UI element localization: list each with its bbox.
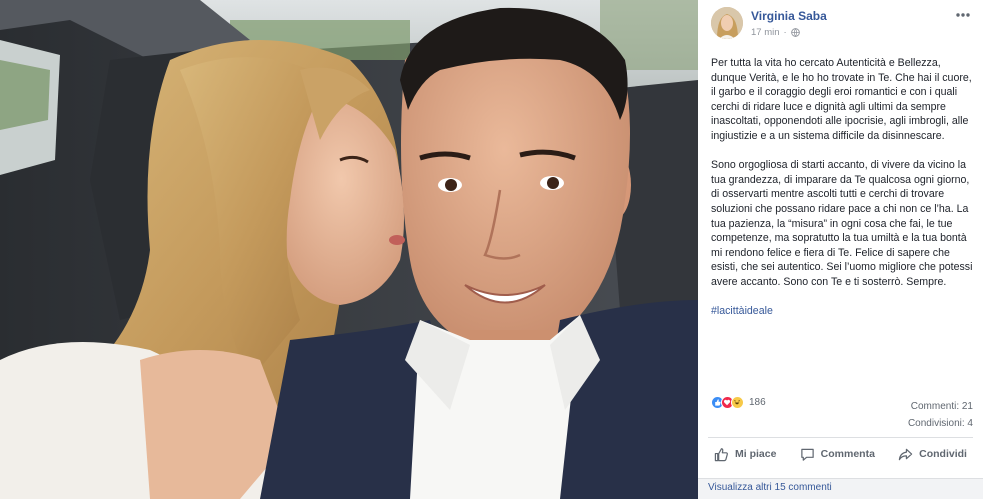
view-more-comments-link[interactable]: Visualizza altri 15 commenti bbox=[708, 482, 832, 493]
hashtag-link[interactable]: #lacittàideale bbox=[711, 305, 773, 317]
haha-reaction-icon bbox=[731, 396, 744, 409]
post-header: Virginia Saba 17 min · bbox=[698, 0, 983, 46]
like-label: Mi piace bbox=[735, 448, 777, 460]
reactions-summary[interactable]: 186 bbox=[711, 396, 766, 409]
divider bbox=[708, 437, 973, 438]
reaction-count: 186 bbox=[749, 397, 766, 408]
shares-count[interactable]: Condivisioni: 4 bbox=[908, 415, 973, 432]
post-text: Per tutta la vita ho cercato Autenticità… bbox=[711, 56, 974, 333]
comment-button[interactable]: Commenta bbox=[794, 447, 881, 462]
comment-icon bbox=[800, 448, 814, 461]
comments-count[interactable]: Commenti: 21 bbox=[908, 398, 973, 415]
share-label: Condividi bbox=[919, 448, 967, 460]
comments-section: Visualizza altri 15 commenti bbox=[698, 478, 983, 499]
post-stats: Commenti: 21 Condivisioni: 4 bbox=[908, 398, 973, 432]
post-paragraph: Sono orgogliosa di starti accanto, di vi… bbox=[711, 159, 973, 288]
post-time[interactable]: 17 min bbox=[751, 27, 780, 38]
share-icon bbox=[898, 448, 913, 460]
post-paragraph: Per tutta la vita ho cercato Autenticità… bbox=[711, 57, 972, 142]
author-name[interactable]: Virginia Saba bbox=[751, 9, 827, 23]
post-photo[interactable] bbox=[0, 0, 698, 499]
selfie-car-image bbox=[0, 0, 698, 499]
thumbs-up-icon bbox=[714, 447, 728, 461]
post-actions: Mi piace Commenta Condividi bbox=[708, 441, 973, 467]
post-panel: Virginia Saba 17 min · Per tutta la vita… bbox=[698, 0, 983, 499]
like-button[interactable]: Mi piace bbox=[708, 447, 782, 462]
comment-label: Commenta bbox=[820, 448, 875, 460]
post-meta: 17 min · bbox=[751, 27, 800, 38]
more-options-icon[interactable] bbox=[955, 8, 971, 22]
share-button[interactable]: Condividi bbox=[892, 447, 973, 462]
globe-icon[interactable] bbox=[790, 28, 800, 37]
avatar[interactable] bbox=[711, 7, 743, 39]
